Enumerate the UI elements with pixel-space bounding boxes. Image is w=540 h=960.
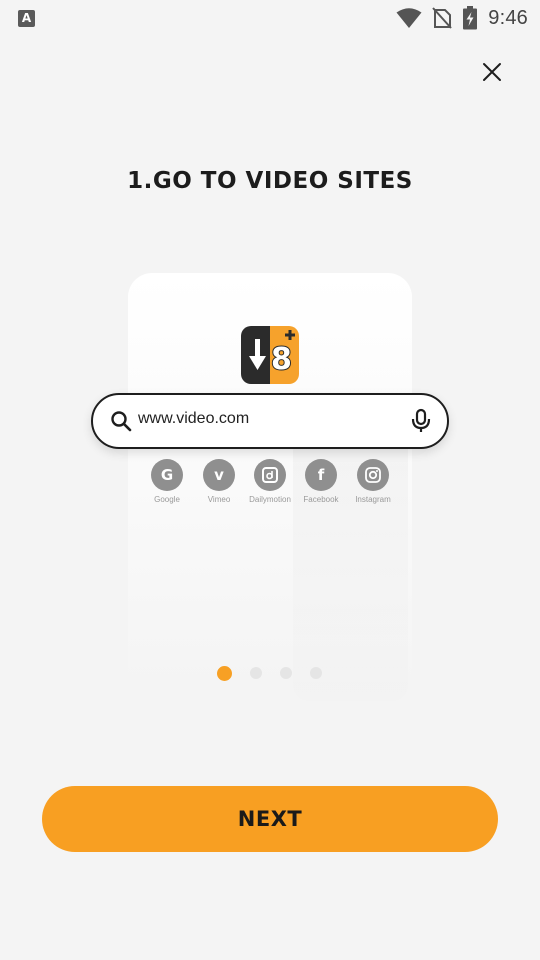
status-icons: 9:46 bbox=[396, 6, 528, 30]
page-dot bbox=[280, 667, 292, 679]
site-google[interactable]: G Google bbox=[137, 459, 197, 504]
vimeo-icon: v bbox=[203, 459, 235, 491]
search-icon bbox=[110, 410, 132, 437]
close-button[interactable] bbox=[476, 56, 508, 88]
site-instagram[interactable]: Instagram bbox=[343, 459, 403, 504]
google-icon: G bbox=[151, 459, 183, 491]
status-time: 9:46 bbox=[488, 6, 528, 29]
next-button[interactable]: NEXT bbox=[42, 786, 498, 852]
page-indicator bbox=[217, 665, 322, 681]
no-sim-icon bbox=[432, 7, 453, 29]
facebook-icon: f bbox=[305, 459, 337, 491]
search-bar[interactable]: www.video.com bbox=[91, 393, 449, 449]
site-label: Google bbox=[154, 495, 180, 504]
wifi-icon bbox=[396, 7, 422, 29]
site-label: Facebook bbox=[303, 495, 339, 504]
page-dot bbox=[250, 667, 262, 679]
battery-charging-icon bbox=[462, 6, 478, 30]
download-8-app-logo: 8 bbox=[241, 326, 299, 384]
dailymotion-icon bbox=[254, 459, 286, 491]
instagram-icon bbox=[357, 459, 389, 491]
site-facebook[interactable]: f Facebook bbox=[291, 459, 351, 504]
mic-icon[interactable] bbox=[410, 408, 432, 439]
app-notification-icon: A bbox=[18, 10, 35, 27]
search-url-text: www.video.com bbox=[138, 410, 250, 427]
onboarding-screen: A 9:46 1.GO TO VIDEO SITES 8 www.video.c… bbox=[0, 0, 540, 960]
page-dot bbox=[310, 667, 322, 679]
site-label: Instagram bbox=[355, 495, 391, 504]
status-bar: A 9:46 bbox=[0, 0, 540, 36]
svg-text:8: 8 bbox=[271, 342, 292, 377]
page-dot-active bbox=[217, 665, 232, 681]
close-icon bbox=[483, 63, 501, 81]
page-title: 1.GO TO VIDEO SITES bbox=[127, 168, 413, 194]
